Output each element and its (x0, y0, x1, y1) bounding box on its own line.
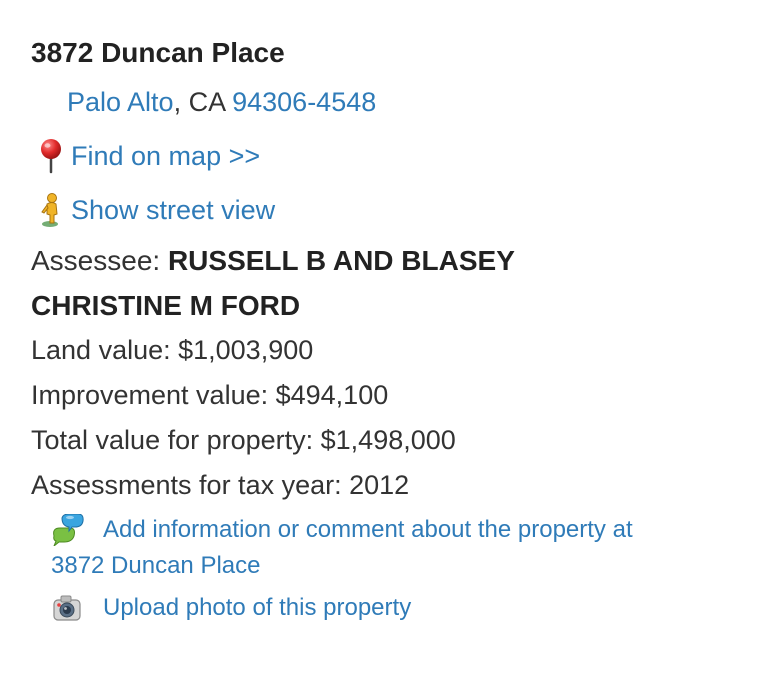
find-on-map-row[interactable]: Find on map >> (31, 136, 731, 176)
add-comment-link[interactable]: Add information or comment about the pro… (103, 512, 633, 548)
comment-bubbles-icon (31, 512, 103, 548)
add-comment-link-address[interactable]: 3872 Duncan Place (51, 552, 260, 579)
total-value: Total value for property: $1,498,000 (31, 425, 456, 455)
tax-year: Assessments for tax year: 2012 (31, 470, 410, 500)
zip-link[interactable]: 94306-4548 (232, 87, 376, 117)
assessee-label: Assessee: (31, 245, 168, 276)
upload-photo-link[interactable]: Upload photo of this property (103, 590, 411, 626)
pegman-icon (31, 190, 71, 230)
state-text: , CA (173, 87, 233, 117)
property-panel: 3872 Duncan Place Palo Alto, CA 94306-45… (31, 32, 731, 626)
land-value: Land value: $1,003,900 (31, 335, 314, 365)
assessee-line: Assessee: RUSSELL B AND BLASEY CHRISTINE… (31, 238, 671, 328)
address-line: Palo Alto, CA 94306-4548 (31, 82, 731, 122)
map-pin-icon (31, 136, 71, 176)
property-title: 3872 Duncan Place (31, 37, 285, 68)
find-on-map-link[interactable]: Find on map >> (71, 136, 260, 176)
comment-block[interactable]: Add information or comment about the pro… (31, 512, 731, 584)
camera-icon (31, 590, 103, 626)
street-view-row[interactable]: Show street view (31, 190, 731, 230)
street-view-link[interactable]: Show street view (71, 190, 275, 230)
city-link[interactable]: Palo Alto (67, 87, 174, 117)
upload-photo-row[interactable]: Upload photo of this property (31, 590, 731, 626)
improvement-value: Improvement value: $494,100 (31, 380, 389, 410)
